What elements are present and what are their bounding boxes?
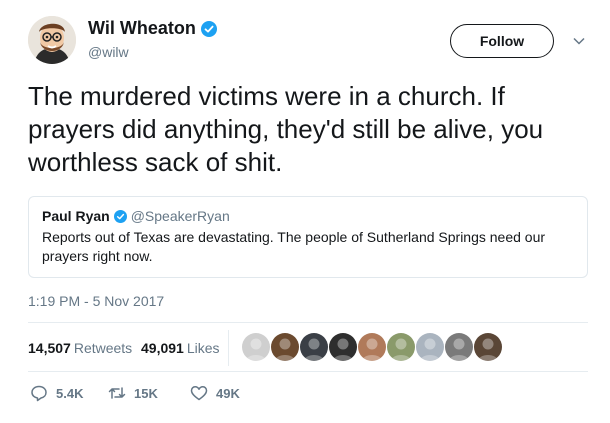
reply-count: 5.4K [56,385,84,401]
reply-icon [31,385,47,402]
liker-avatar[interactable] [445,333,473,361]
divider [28,322,588,323]
author-name-row: Wil Wheaton [88,18,217,39]
likes-count: 49,091 [141,340,184,356]
tweet-header: Wil Wheaton @wilw Follow [28,14,598,66]
liker-avatar[interactable] [329,333,357,361]
user-avatar-icon [474,333,502,361]
user-avatar-icon [416,333,444,361]
verified-badge-icon [200,20,217,37]
user-avatar-icon [300,333,328,361]
heart-icon [190,386,208,401]
user-avatar-icon [329,333,357,361]
retweet-icon [108,387,126,399]
chevron-down-icon[interactable] [572,34,586,48]
retweet-button[interactable]: 15K [108,384,158,402]
retweets-count: 14,507 [28,340,71,356]
retweets-stat[interactable]: 14,507 Retweets [28,340,132,356]
verified-badge-icon [113,209,127,223]
likes-stat[interactable]: 49,091 Likes [141,340,220,356]
quoted-tweet-header: Paul Ryan @SpeakerRyan [42,208,574,224]
user-avatar-icon [242,333,270,361]
liker-avatar[interactable] [358,333,386,361]
quoted-author-name: Paul Ryan [42,208,110,224]
liker-avatar[interactable] [474,333,502,361]
liker-avatar[interactable] [271,333,299,361]
user-avatar-icon [445,333,473,361]
like-count: 49K [216,385,240,401]
user-avatar-icon [271,333,299,361]
follow-button[interactable]: Follow [450,24,554,58]
quoted-author-handle: @SpeakerRyan [130,208,230,224]
stats-separator [228,330,229,366]
like-button[interactable]: 49K [190,384,240,402]
liker-avatar[interactable] [387,333,415,361]
liker-avatar[interactable] [300,333,328,361]
liker-avatar[interactable] [416,333,444,361]
cartoon-avatar-icon [28,16,76,64]
tweet-timestamp[interactable]: 1:19 PM - 5 Nov 2017 [28,293,164,309]
divider [28,371,588,372]
quoted-tweet[interactable]: Paul Ryan @SpeakerRyan Reports out of Te… [28,196,588,278]
reply-button[interactable]: 5.4K [30,384,83,402]
retweets-label: Retweets [73,340,133,356]
retweet-count: 15K [134,385,158,401]
tweet-actions: 5.4K 15K 49K [28,384,428,408]
user-avatar-icon [358,333,386,361]
tweet-stats: 14,507 Retweets 49,091 Likes [28,330,588,366]
liker-avatar[interactable] [242,333,270,361]
author-handle[interactable]: @wilw [88,44,129,60]
liker-avatars [242,333,503,361]
user-avatar-icon [387,333,415,361]
author-name[interactable]: Wil Wheaton [88,18,196,39]
likes-label: Likes [186,340,220,356]
author-avatar[interactable] [28,16,76,64]
quoted-tweet-text: Reports out of Texas are devastating. Th… [42,229,546,264]
tweet-text: The murdered victims were in a church. I… [28,81,544,177]
